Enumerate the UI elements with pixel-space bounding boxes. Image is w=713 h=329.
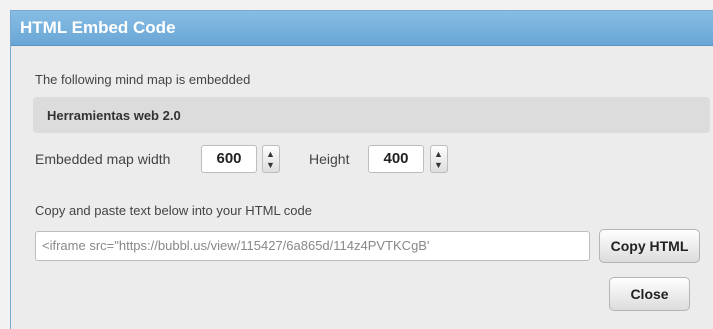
close-button[interactable]: Close [609,277,690,311]
caret-down-icon[interactable]: ▼ [434,161,443,170]
width-input[interactable]: 600 [201,145,257,173]
copy-instructions: Copy and paste text below into your HTML… [35,203,312,218]
caret-up-icon[interactable]: ▲ [434,150,443,159]
embed-code-dialog: HTML Embed Code The following mind map i… [10,10,713,329]
width-spinner[interactable]: ▲ ▼ [262,145,280,173]
caret-down-icon[interactable]: ▼ [266,161,275,170]
height-input[interactable]: 400 [368,145,424,173]
width-label: Embedded map width [35,151,171,167]
dialog-titlebar[interactable]: HTML Embed Code [11,11,713,46]
height-spinner[interactable]: ▲ ▼ [430,145,448,173]
map-name-text: Herramientas web 2.0 [47,108,181,123]
embed-description: The following mind map is embedded [35,72,251,87]
copy-html-button[interactable]: Copy HTML [599,229,700,263]
height-label: Height [309,151,350,167]
dialog-title: HTML Embed Code [20,18,176,37]
embed-code-field[interactable]: <iframe src="https://bubbl.us/view/11542… [35,231,590,261]
caret-up-icon[interactable]: ▲ [266,150,275,159]
map-name-field: Herramientas web 2.0 [33,97,710,133]
